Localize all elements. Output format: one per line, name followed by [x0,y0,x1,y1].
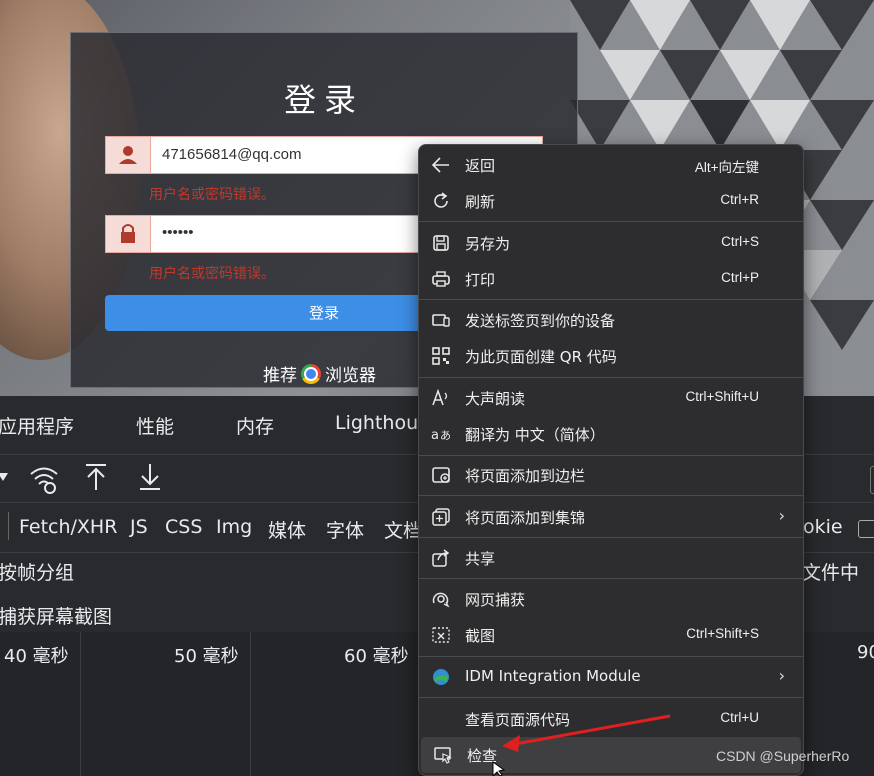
annotation-arrow [492,714,671,776]
watermark: CSDN @SuperherRo [716,748,850,764]
